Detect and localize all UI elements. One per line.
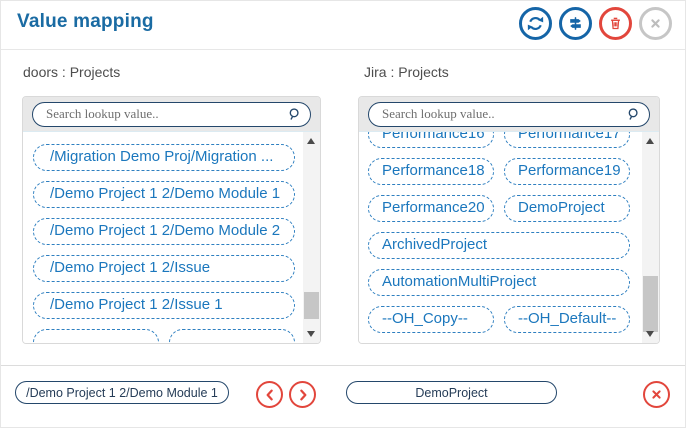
remove-mapping-button[interactable] (643, 381, 670, 408)
refresh-button[interactable] (519, 7, 552, 40)
lookup-value-pill[interactable]: /Demo Project 1 2/Issue 1 (33, 292, 295, 319)
page-title: Value mapping (17, 11, 154, 33)
source-search-bar (23, 97, 320, 132)
scroll-down-icon[interactable] (303, 326, 320, 341)
lookup-value-pill[interactable]: /Demo Project 1 2/Issue (33, 255, 295, 282)
lookup-value-pill[interactable]: ArchivedProject (368, 232, 630, 259)
source-list-viewport: /Migration Demo Proj/Migration ... /Demo … (23, 132, 320, 343)
source-panel: /Migration Demo Proj/Migration ... /Demo … (22, 96, 321, 344)
scroll-up-icon[interactable] (303, 134, 320, 149)
target-scrollbar[interactable] (642, 132, 659, 343)
refresh-icon (526, 14, 545, 33)
source-list: /Migration Demo Proj/Migration ... /Demo … (23, 132, 320, 343)
scrollbar-thumb[interactable] (643, 276, 658, 332)
scroll-up-icon[interactable] (642, 134, 659, 149)
lookup-value-pill[interactable]: /Demo Project 1 2/Demo Module 2 (33, 218, 295, 245)
footer-divider (1, 365, 685, 366)
lookup-value-pill[interactable] (169, 329, 295, 343)
lookup-value-pill[interactable]: Performance16 (368, 132, 494, 148)
target-search-bar (359, 97, 659, 132)
scroll-down-icon[interactable] (642, 326, 659, 341)
target-panel: Performance16 Performance17 Performance18 P… (358, 96, 660, 344)
source-search-input[interactable] (32, 102, 311, 127)
x-icon (649, 387, 664, 402)
lookup-value-pill[interactable]: --OH_Default-- (504, 306, 630, 333)
trash-icon (607, 15, 624, 32)
close-icon (648, 16, 663, 31)
signpost-icon (567, 15, 584, 32)
lookup-value-pill[interactable] (33, 329, 159, 343)
lookup-value-pill[interactable]: Performance19 (504, 158, 630, 185)
lookup-value-pill[interactable]: /Migration Demo Proj/Migration ... (33, 144, 295, 171)
move-right-button[interactable] (289, 381, 316, 408)
target-list: Performance16 Performance17 Performance18 P… (359, 132, 642, 333)
selected-target-pill[interactable]: DemoProject (346, 381, 557, 404)
delete-button[interactable] (599, 7, 632, 40)
header-divider (1, 49, 685, 50)
target-list-viewport: Performance16 Performance17 Performance18 P… (359, 132, 659, 343)
chevron-left-icon (262, 387, 278, 403)
lookup-value-pill[interactable]: DemoProject (504, 195, 630, 222)
chevron-right-icon (295, 387, 311, 403)
move-left-button[interactable] (256, 381, 283, 408)
target-panel-label: Jira : Projects (364, 64, 449, 80)
scrollbar-thumb[interactable] (304, 292, 319, 319)
lookup-value-pill[interactable]: AutomationMultiProject (368, 269, 630, 296)
lookup-value-pill[interactable]: --OH_Copy-- (368, 306, 494, 333)
close-button[interactable] (639, 7, 672, 40)
lookup-value-pill[interactable]: Performance17 (504, 132, 630, 148)
selected-source-pill[interactable]: /Demo Project 1 2/Demo Module 1 (15, 381, 229, 404)
lookup-value-pill[interactable]: /Demo Project 1 2/Demo Module 1 (33, 181, 295, 208)
source-panel-label: doors : Projects (23, 64, 120, 80)
source-scrollbar[interactable] (303, 132, 320, 343)
value-mapping-dialog: Value mapping (0, 0, 686, 428)
lookup-value-pill[interactable]: Performance20 (368, 195, 494, 222)
toolbar (519, 7, 672, 40)
target-search-input[interactable] (368, 102, 650, 127)
mapping-directions-button[interactable] (559, 7, 592, 40)
lookup-value-pill[interactable]: Performance18 (368, 158, 494, 185)
